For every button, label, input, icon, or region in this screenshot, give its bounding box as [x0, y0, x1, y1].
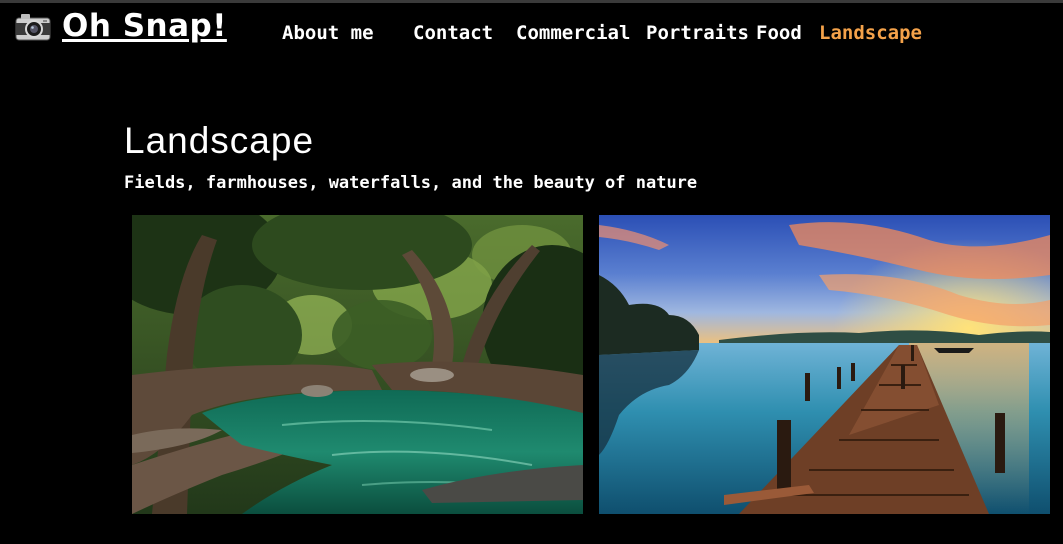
brand-link[interactable]: Oh Snap! [10, 6, 227, 46]
nav-item-contact[interactable]: Contact [413, 22, 493, 44]
nav-item-portraits[interactable]: Portraits [646, 22, 749, 44]
nav-item-about-me[interactable]: About me [282, 22, 374, 44]
nav-item-commercial[interactable]: Commercial [516, 22, 630, 44]
page-subtitle: Fields, farmhouses, waterfalls, and the … [124, 173, 698, 193]
brand-name: Oh Snap! [62, 8, 227, 44]
landscape-photo-lake-pier [599, 215, 1050, 514]
top-border [0, 0, 1063, 3]
nav-item-food[interactable]: Food [756, 22, 802, 44]
landscape-photo-river [132, 215, 583, 514]
page-title: Landscape [124, 120, 315, 161]
nav-item-landscape[interactable]: Landscape [819, 22, 922, 44]
camera-icon [10, 6, 54, 46]
